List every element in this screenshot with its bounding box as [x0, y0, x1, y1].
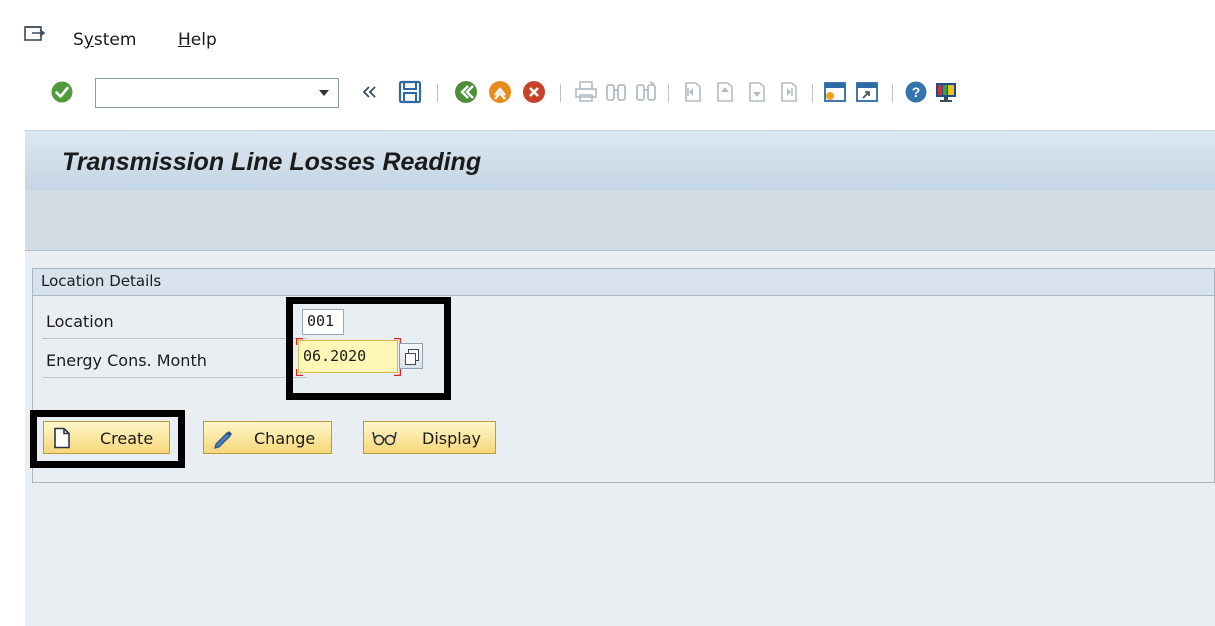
back-icon[interactable] — [454, 80, 480, 104]
menu-help[interactable]: Help — [178, 30, 217, 50]
highlight-frame-fields — [286, 297, 451, 400]
next-page-icon[interactable] — [744, 80, 768, 104]
change-button[interactable]: Change — [203, 421, 332, 454]
glasses-icon — [372, 431, 397, 446]
page-title: Transmission Line Losses Reading — [62, 148, 482, 176]
change-button-label: Change — [254, 429, 316, 448]
exit-icon[interactable] — [488, 80, 514, 104]
title-bar: Transmission Line Losses Reading — [25, 130, 1215, 191]
toolbar-separator — [892, 84, 893, 102]
enter-check-icon[interactable] — [50, 80, 74, 104]
group-title: Location Details — [41, 272, 162, 290]
location-label: Location — [46, 312, 114, 331]
toolbar-separator — [437, 84, 438, 102]
toolbar-separator — [560, 84, 561, 102]
energy-month-label: Energy Cons. Month — [46, 351, 207, 370]
label-underline — [42, 377, 307, 378]
group-header: Location Details — [33, 269, 1214, 296]
shortcut-icon[interactable] — [854, 80, 880, 104]
application-toolbar — [25, 190, 1215, 251]
last-page-icon[interactable] — [776, 80, 800, 104]
toolbar-separator — [812, 84, 813, 102]
menu-system[interactable]: System — [73, 30, 136, 50]
first-page-icon[interactable] — [680, 80, 704, 104]
toolbar-separator — [668, 84, 669, 102]
display-button-label: Display — [422, 429, 481, 448]
standard-toolbar: ? — [0, 68, 1215, 118]
print-icon[interactable] — [574, 80, 598, 104]
screen-area: Transmission Line Losses Reading Locatio… — [25, 130, 1215, 626]
label-underline — [42, 338, 307, 339]
display-button[interactable]: Display — [363, 421, 496, 454]
collapse-icon[interactable] — [360, 80, 380, 104]
cancel-icon[interactable] — [522, 80, 548, 104]
highlight-frame-create — [30, 410, 185, 468]
command-input[interactable] — [102, 80, 306, 108]
previous-page-icon[interactable] — [712, 80, 736, 104]
customize-layout-icon[interactable] — [934, 80, 958, 104]
find-icon[interactable] — [604, 80, 628, 104]
menu-entry-icon[interactable] — [24, 24, 46, 44]
menu-bar: System Help — [0, 0, 1215, 68]
help-icon[interactable]: ? — [904, 80, 928, 104]
command-field[interactable] — [95, 78, 339, 108]
svg-text:?: ? — [912, 84, 921, 100]
find-next-icon[interactable] — [634, 80, 658, 104]
pencil-icon — [214, 431, 232, 449]
create-session-icon[interactable] — [822, 80, 848, 104]
save-icon[interactable] — [398, 80, 422, 104]
command-dropdown-icon[interactable] — [318, 89, 330, 97]
